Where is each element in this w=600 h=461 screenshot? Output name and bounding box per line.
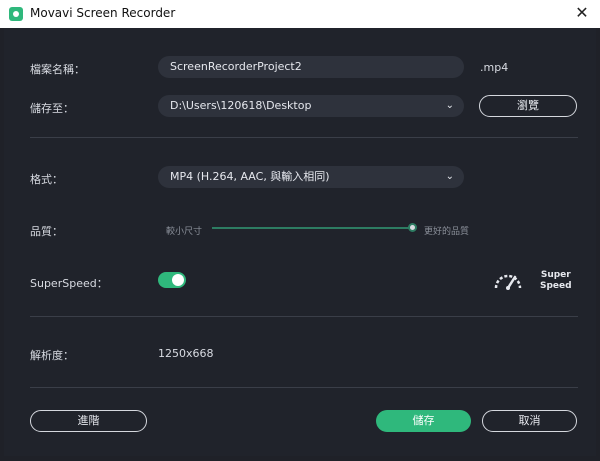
divider <box>30 316 578 317</box>
app-icon <box>9 7 23 21</box>
divider <box>30 137 578 138</box>
file-name-input[interactable]: ScreenRecorderProject2 <box>158 56 464 78</box>
resolution-value: 1250x668 <box>158 347 214 360</box>
quality-label: 品質： <box>30 225 63 238</box>
close-icon[interactable]: ✕ <box>572 3 592 23</box>
speedometer-icon <box>494 274 522 290</box>
quality-slider-track[interactable] <box>212 227 412 229</box>
format-value: MP4 (H.264, AAC, 與輸入相同) <box>170 170 330 183</box>
save-to-label: 儲存至： <box>30 102 74 115</box>
resolution-label: 解析度： <box>30 349 74 362</box>
window-title: Movavi Screen Recorder <box>30 6 176 20</box>
advanced-button[interactable]: 進階 <box>30 410 147 432</box>
toggle-knob <box>172 274 184 286</box>
export-dialog: 檔案名稱： ScreenRecorderProject2 .mp4 儲存至： D… <box>4 28 596 456</box>
save-path-value: D:\Users\120618\Desktop <box>170 99 312 112</box>
save-button[interactable]: 儲存 <box>376 410 471 432</box>
title-bar: Movavi Screen Recorder ✕ <box>0 0 600 28</box>
superspeed-label: SuperSpeed： <box>30 277 108 290</box>
format-label: 格式： <box>30 173 63 186</box>
format-dropdown[interactable]: MP4 (H.264, AAC, 與輸入相同) ⌄ <box>158 166 464 188</box>
chevron-down-icon: ⌄ <box>445 171 454 182</box>
browse-button[interactable]: 瀏覽 <box>479 95 577 117</box>
superspeed-brand: Super Speed <box>540 270 572 292</box>
cancel-button[interactable]: 取消 <box>482 410 577 432</box>
quality-min-label: 較小尺寸 <box>166 227 203 237</box>
quality-slider-thumb[interactable] <box>407 223 417 232</box>
superspeed-brand-line2: Speed <box>540 281 572 291</box>
file-extension: .mp4 <box>480 61 509 74</box>
chevron-down-icon: ⌄ <box>445 100 454 111</box>
divider <box>30 387 578 388</box>
superspeed-brand-line1: Super <box>540 270 571 280</box>
quality-max-label: 更好的品質 <box>424 227 470 237</box>
file-name-label: 檔案名稱： <box>30 63 85 76</box>
superspeed-toggle[interactable] <box>158 272 186 288</box>
save-path-dropdown[interactable]: D:\Users\120618\Desktop ⌄ <box>158 95 464 117</box>
